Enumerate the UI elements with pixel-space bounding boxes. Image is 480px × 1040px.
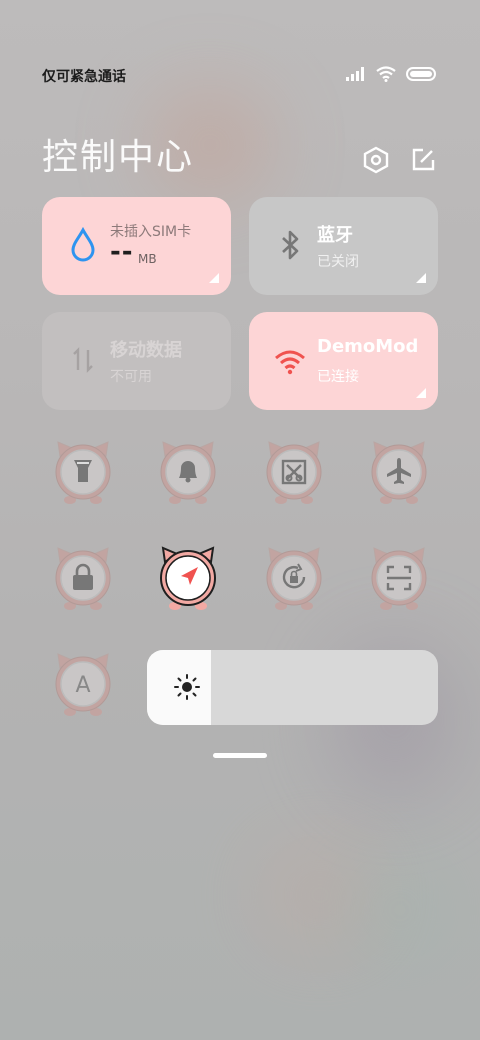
water-drop-icon <box>71 227 95 262</box>
bluetooth-icon <box>282 230 299 260</box>
bluetooth-label: 蓝牙 <box>317 225 353 246</box>
bluetooth-tile[interactable]: 蓝牙 已关闭 <box>249 197 438 295</box>
mobile-data-tile[interactable]: 移动数据 不可用 <box>42 312 231 410</box>
status-icons <box>346 66 436 82</box>
mobile-data-label: 移动数据 <box>110 340 182 361</box>
page-title: 控制中心 <box>42 137 195 178</box>
wifi-icon <box>275 350 305 375</box>
edit-button[interactable] <box>409 146 437 174</box>
toggle-flashlight[interactable] <box>52 440 114 506</box>
wifi-label: DemoMod <box>317 336 419 357</box>
home-handle[interactable] <box>213 753 267 758</box>
bluetooth-status: 已关闭 <box>317 254 359 270</box>
toggle-location[interactable] <box>157 546 219 612</box>
sun-icon <box>174 674 200 700</box>
tile-corner <box>209 273 219 283</box>
settings-hex-icon <box>363 146 389 174</box>
toggle-scanner[interactable] <box>368 546 430 612</box>
toggle-lock[interactable] <box>52 546 114 612</box>
battery-icon <box>406 67 436 81</box>
settings-button[interactable] <box>362 146 390 174</box>
wifi-status-icon <box>376 66 396 82</box>
wifi-tile[interactable]: DemoMod 已连接 <box>249 312 438 410</box>
toggle-screenshot[interactable] <box>263 440 325 506</box>
data-usage-value: -- <box>110 237 134 267</box>
svg-text:A: A <box>75 673 90 698</box>
status-text: 仅可紧急通话 <box>42 69 126 85</box>
auto-brightness-icon: A <box>75 673 90 698</box>
tile-corner <box>416 388 426 398</box>
toggle-airplane[interactable] <box>368 440 430 506</box>
mobile-data-status: 不可用 <box>110 369 152 385</box>
toggle-auto-brightness[interactable]: A <box>52 652 114 718</box>
toggle-bell[interactable] <box>157 440 219 506</box>
toggle-rotation-lock[interactable] <box>263 546 325 612</box>
tile-corner <box>416 273 426 283</box>
signal-icon <box>346 67 364 81</box>
mobile-data-icon <box>73 347 93 373</box>
data-usage-tile[interactable]: 未插入SIM卡 -- MB <box>42 197 231 295</box>
wifi-status: 已连接 <box>317 369 359 385</box>
data-usage-unit: MB <box>138 252 157 266</box>
brightness-slider[interactable] <box>147 650 438 725</box>
edit-icon <box>412 148 435 171</box>
